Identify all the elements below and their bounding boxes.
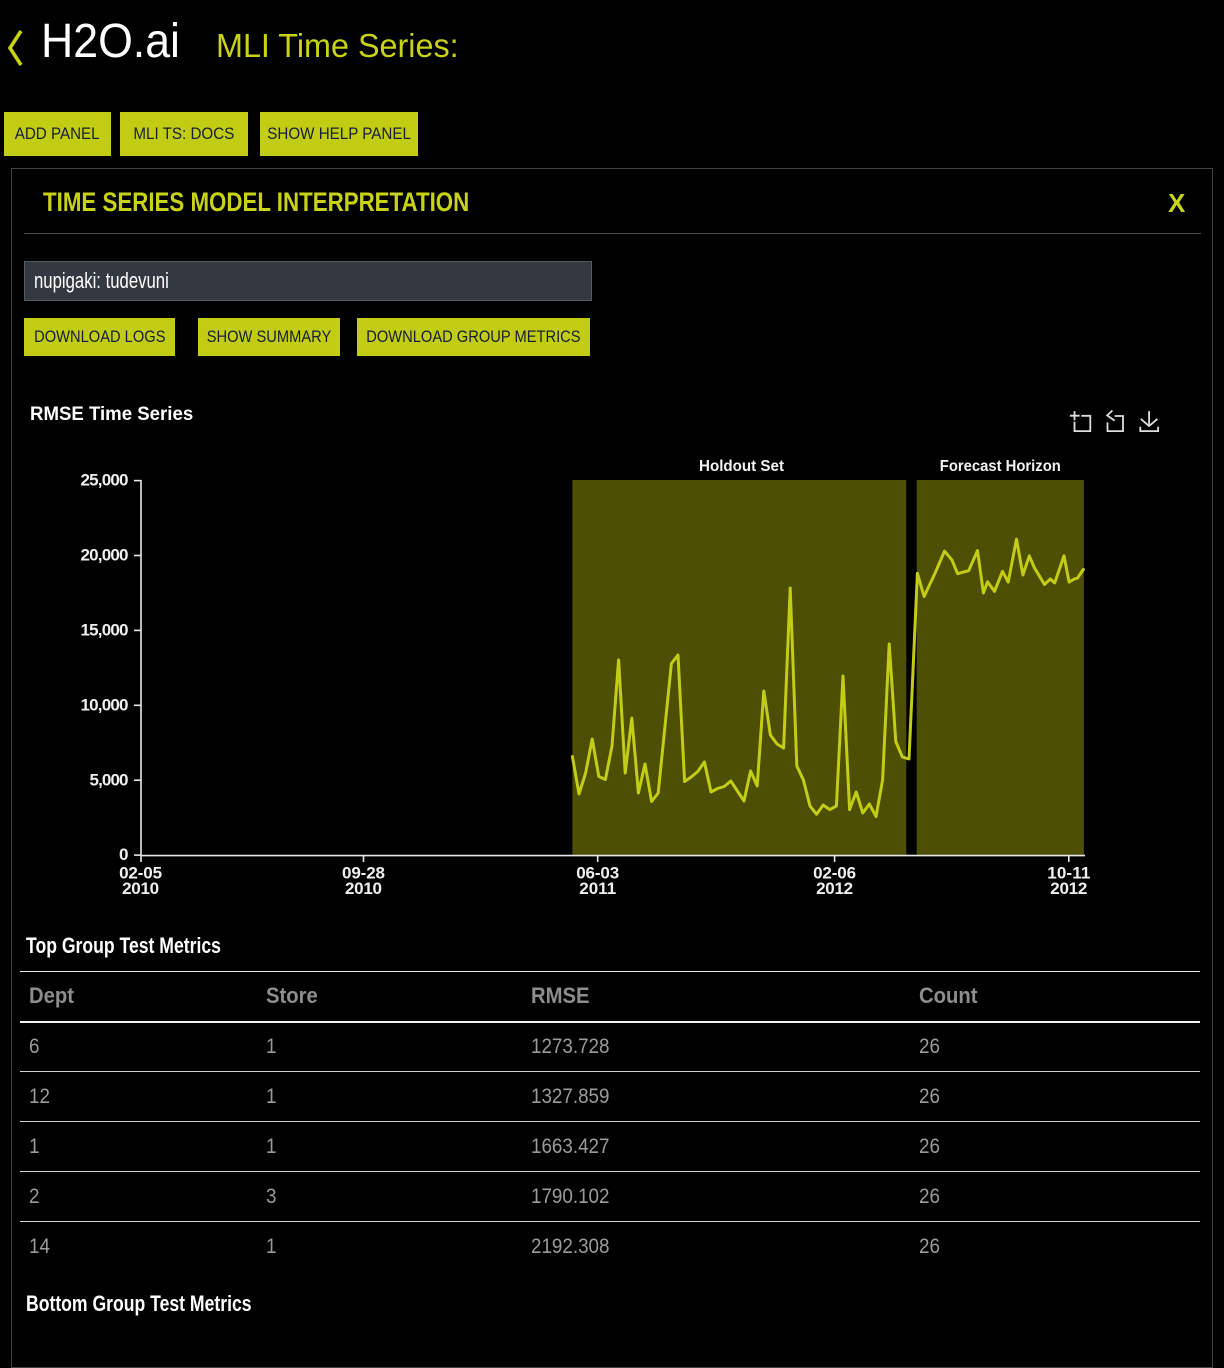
- svg-text:2010: 2010: [122, 879, 159, 898]
- svg-text:25,000: 25,000: [81, 471, 129, 490]
- svg-text:10,000: 10,000: [81, 695, 129, 714]
- svg-text:2010: 2010: [345, 879, 382, 898]
- svg-text:0: 0: [119, 845, 128, 864]
- svg-text:Forecast Horizon: Forecast Horizon: [940, 458, 1061, 475]
- svg-text:20,000: 20,000: [81, 546, 129, 565]
- svg-text:15,000: 15,000: [81, 621, 129, 640]
- svg-text:2012: 2012: [1050, 879, 1087, 898]
- svg-text:2012: 2012: [816, 879, 853, 898]
- svg-text:2011: 2011: [579, 879, 616, 898]
- svg-text:Holdout Set: Holdout Set: [699, 458, 784, 475]
- svg-text:5,000: 5,000: [90, 770, 129, 789]
